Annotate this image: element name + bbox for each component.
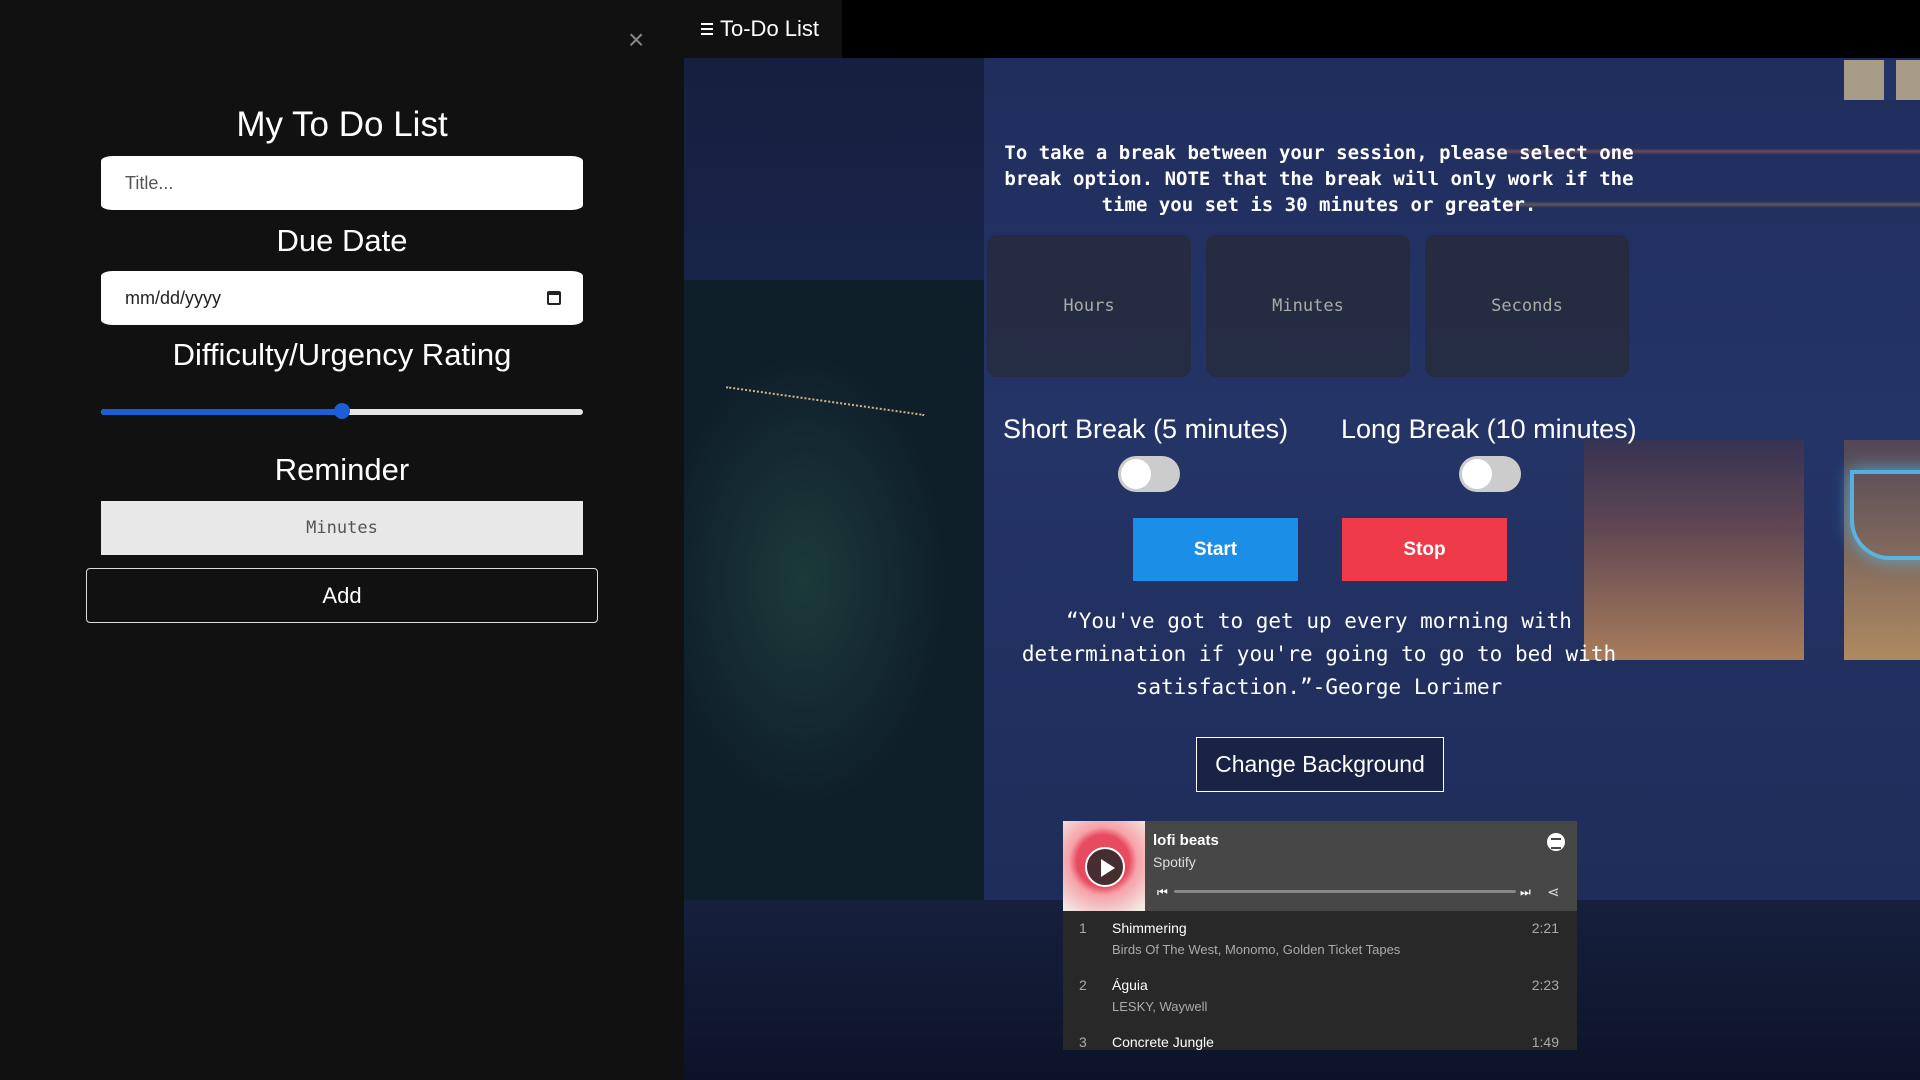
track-duration: 2:21 xyxy=(1531,920,1559,936)
seconds-input[interactable]: Seconds xyxy=(1425,235,1629,377)
rating-slider[interactable] xyxy=(101,403,583,419)
track-name: Águia xyxy=(1112,977,1148,993)
playback-progress-bar[interactable] xyxy=(1174,890,1516,893)
title-input[interactable]: Title... xyxy=(101,156,583,210)
short-break-toggle[interactable] xyxy=(1118,456,1180,492)
track-row[interactable]: 2 Águia LESKY, Waywell 2:23 xyxy=(1063,968,1577,1025)
stop-button[interactable]: Stop xyxy=(1342,518,1507,581)
top-bar xyxy=(684,0,1920,58)
track-name: Concrete Jungle xyxy=(1112,1034,1214,1050)
due-date-value: mm/dd/yyyy xyxy=(125,287,222,308)
reminder-minutes-input[interactable]: Minutes xyxy=(101,501,583,555)
track-artists: LESKY, Waywell xyxy=(1112,999,1208,1014)
todo-sidebar: × My To Do List Title... Due Date mm/dd/… xyxy=(0,0,684,1080)
rating-slider-thumb[interactable] xyxy=(334,403,350,419)
change-background-button[interactable]: Change Background xyxy=(1196,737,1444,792)
track-duration: 1:49 xyxy=(1531,1034,1559,1050)
hamburger-icon xyxy=(701,23,713,35)
playlist-cover xyxy=(1063,821,1145,911)
share-icon[interactable]: ⋖ xyxy=(1547,883,1560,901)
rating-slider-fill xyxy=(101,409,342,415)
background-windows xyxy=(1844,60,1920,100)
reminder-heading: Reminder xyxy=(274,452,410,487)
spotify-logo-icon[interactable] xyxy=(1547,833,1565,851)
break-notice: To take a break between your session, pl… xyxy=(1004,142,1634,216)
track-row[interactable]: 3 Concrete Jungle 1:49 xyxy=(1063,1025,1577,1050)
track-number: 2 xyxy=(1079,977,1087,993)
playlist-title[interactable]: lofi beats xyxy=(1153,832,1219,849)
player-header: lofi beats Spotify ⏮ ⏭ ⋖ xyxy=(1063,821,1577,911)
next-track-icon[interactable]: ⏭ xyxy=(1520,885,1531,900)
add-button[interactable]: Add xyxy=(86,568,598,623)
calendar-icon[interactable] xyxy=(547,291,561,305)
playlist-subtitle[interactable]: Spotify xyxy=(1153,854,1196,870)
background-tree xyxy=(684,280,1004,900)
start-button[interactable]: Start xyxy=(1133,518,1298,581)
short-break-label: Short Break (5 minutes) xyxy=(1003,414,1289,444)
rating-heading: Difficulty/Urgency Rating xyxy=(172,337,512,372)
track-row[interactable]: 1 Shimmering Birds Of The West, Monomo, … xyxy=(1063,911,1577,968)
background-neon-cup xyxy=(1850,470,1920,560)
sidebar-title: My To Do List xyxy=(236,105,448,144)
hours-input[interactable]: Hours xyxy=(987,235,1191,377)
motivational-quote: “You've got to get up every morning with… xyxy=(1021,609,1617,699)
todo-list-toggle-button[interactable]: To-Do List xyxy=(684,0,842,58)
long-break-label: Long Break (10 minutes) xyxy=(1341,414,1637,444)
spotify-player: lofi beats Spotify ⏮ ⏭ ⋖ 1 Shimmering Bi… xyxy=(1063,821,1577,1050)
long-break-toggle[interactable] xyxy=(1459,456,1521,492)
due-date-input[interactable]: mm/dd/yyyy xyxy=(101,271,583,325)
play-icon[interactable] xyxy=(1085,847,1125,887)
track-number: 1 xyxy=(1079,920,1087,936)
close-icon[interactable]: × xyxy=(628,26,644,54)
track-artists: Birds Of The West, Monomo, Golden Ticket… xyxy=(1112,942,1401,957)
track-duration: 2:23 xyxy=(1531,977,1559,993)
track-name: Shimmering xyxy=(1112,920,1187,936)
due-date-heading: Due Date xyxy=(276,223,408,258)
minutes-input[interactable]: Minutes xyxy=(1206,235,1410,377)
toggle-knob xyxy=(1462,459,1492,489)
toggle-knob xyxy=(1121,459,1151,489)
track-number: 3 xyxy=(1079,1034,1087,1050)
previous-track-icon[interactable]: ⏮ xyxy=(1157,885,1168,900)
track-list: 1 Shimmering Birds Of The West, Monomo, … xyxy=(1063,911,1577,1050)
todo-list-toggle-label: To-Do List xyxy=(720,16,820,41)
